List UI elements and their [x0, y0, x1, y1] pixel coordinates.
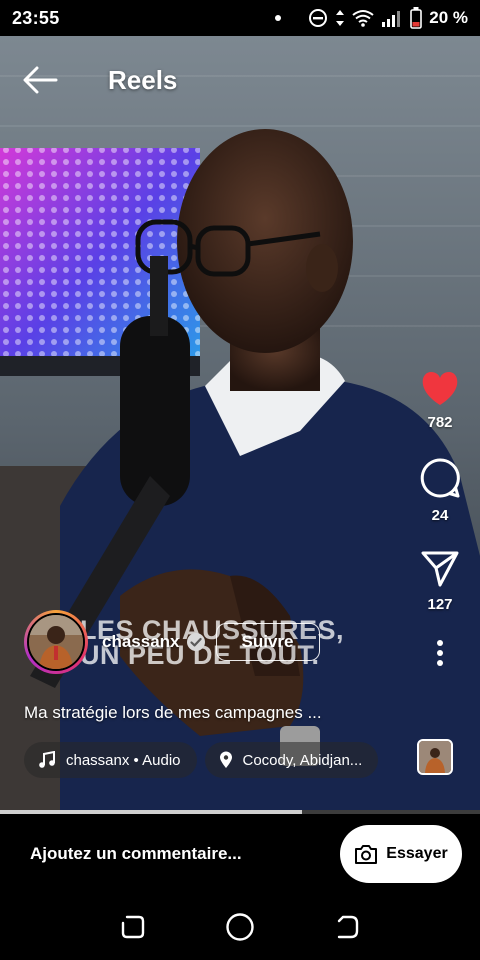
follow-button[interactable]: Suivre: [215, 623, 320, 661]
share-count: 127: [427, 596, 453, 613]
signal-icon: [381, 9, 403, 27]
location-pin-icon: [219, 751, 232, 768]
music-note-icon: [39, 751, 55, 768]
more-vertical-icon: [437, 640, 443, 666]
share-button[interactable]: 127: [420, 550, 460, 613]
avatar-image: [27, 613, 85, 671]
comment-bubble-icon: [420, 458, 460, 498]
try-camera-button[interactable]: Essayer: [340, 825, 462, 883]
author-row: chassanx Suivre: [24, 610, 320, 674]
reel-description[interactable]: Ma stratégie lors de mes campagnes ...: [24, 703, 322, 723]
system-nav-bar: [0, 894, 480, 960]
author-username[interactable]: chassanx: [102, 632, 180, 652]
like-count: 782: [427, 414, 453, 431]
playback-progress-bar[interactable]: [0, 810, 480, 814]
comment-input[interactable]: Ajoutez un commentaire...: [30, 844, 340, 864]
author-avatar[interactable]: [24, 610, 88, 674]
action-rail: 782 24 127: [400, 360, 480, 667]
location-chip[interactable]: Cocody, Abidjan...: [204, 742, 379, 778]
audio-thumbnail[interactable]: [417, 739, 453, 775]
home-circle-icon: [226, 913, 254, 941]
notification-dot-icon: [275, 15, 282, 21]
home-button[interactable]: [210, 897, 270, 957]
avatar-picture: [29, 615, 83, 669]
audio-thumbnail-image: [419, 741, 451, 773]
back-button[interactable]: [0, 36, 80, 124]
like-button[interactable]: 782: [420, 370, 460, 431]
battery-percent: 20 %: [429, 8, 468, 27]
playback-progress-fill: [0, 810, 303, 814]
status-icons: 20 %: [275, 7, 468, 29]
try-camera-label: Essayer: [386, 845, 448, 862]
page-title: Reels: [108, 64, 178, 95]
recent-apps-icon: [122, 915, 145, 939]
back-arrow-icon: [23, 66, 58, 94]
battery-icon: [410, 7, 423, 29]
audio-chip-label: chassanx • Audio: [66, 751, 181, 769]
reels-header: Reels: [0, 36, 480, 124]
verified-badge-icon: [186, 633, 205, 651]
back-system-icon: [337, 915, 358, 939]
location-chip-label: Cocody, Abidjan...: [242, 751, 363, 769]
more-options-button[interactable]: [436, 639, 444, 667]
wifi-icon: [352, 9, 374, 27]
audio-chip[interactable]: chassanx • Audio: [24, 742, 197, 778]
camera-icon: [355, 845, 378, 864]
comment-bar: Ajoutez un commentaire... Essayer: [0, 814, 480, 894]
back-system-button[interactable]: [317, 897, 377, 957]
status-time: 23:55: [12, 7, 60, 28]
comment-button[interactable]: 24: [419, 457, 461, 524]
recent-apps-button[interactable]: [103, 897, 163, 957]
data-transfer-icon: [335, 8, 345, 28]
heart-icon: [422, 372, 458, 405]
do-not-disturb-icon: [308, 8, 328, 28]
meta-chips: chassanx • Audio Cocody, Abidjan...: [24, 742, 379, 778]
send-icon: [421, 551, 459, 587]
status-bar: 23:55 20 %: [0, 0, 480, 36]
comment-count: 24: [431, 507, 449, 524]
